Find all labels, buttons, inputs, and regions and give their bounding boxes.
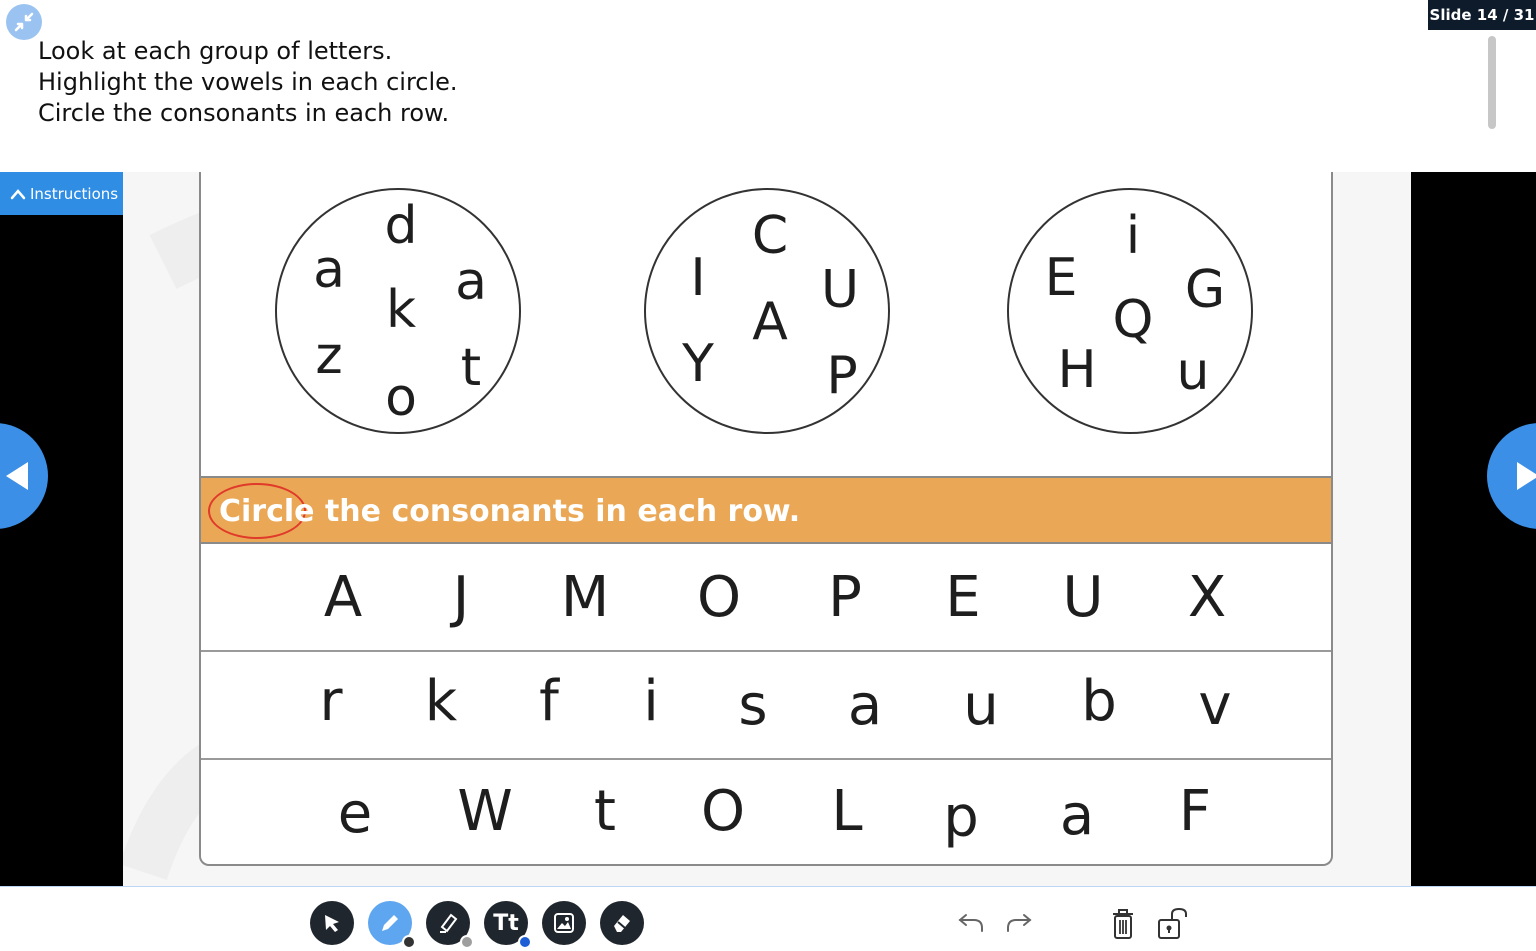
circle-letter[interactable]: k xyxy=(386,284,416,336)
circle-letter[interactable]: t xyxy=(461,342,481,394)
text-tool-button[interactable]: Tt xyxy=(484,901,532,949)
circle-letter[interactable]: Q xyxy=(1113,294,1154,346)
cursor-icon xyxy=(325,915,339,932)
eraser-tool-button[interactable] xyxy=(600,901,644,945)
circle-letter[interactable]: E xyxy=(1045,252,1078,304)
image-tool-button[interactable] xyxy=(542,901,586,945)
row-divider xyxy=(201,650,1331,652)
row-letter[interactable]: s xyxy=(738,678,767,734)
row-letter[interactable]: i xyxy=(643,674,659,730)
pen-icon xyxy=(382,915,398,931)
row-letter[interactable]: U xyxy=(1063,570,1104,626)
undo-icon[interactable] xyxy=(956,907,986,937)
row-letter[interactable]: a xyxy=(1060,788,1094,844)
annotation-toolbar: Tt xyxy=(0,886,1536,951)
instruction-line: Look at each group of letters. xyxy=(38,37,393,65)
instructions-panel: Look at each group of letters. Highlight… xyxy=(0,0,1536,172)
circle-letter[interactable]: d xyxy=(384,200,417,252)
circle-letter[interactable]: U xyxy=(821,264,859,316)
trash-icon[interactable] xyxy=(1108,907,1138,941)
row-letter[interactable]: J xyxy=(453,570,470,626)
row-divider xyxy=(201,758,1331,760)
circle-letter[interactable]: I xyxy=(690,252,705,304)
pen-tool-button[interactable] xyxy=(368,901,416,949)
image-icon xyxy=(554,913,574,933)
circle-letter[interactable]: P xyxy=(826,350,857,402)
row-letter[interactable]: W xyxy=(457,784,512,840)
instructions-text: Look at each group of letters. Highlight… xyxy=(38,36,458,129)
task-banner: Circle the consonants in each row. xyxy=(201,476,1331,544)
row-letter[interactable]: O xyxy=(697,570,741,626)
circle-letter[interactable]: H xyxy=(1057,344,1096,396)
row-letter[interactable]: e xyxy=(338,786,372,842)
row-letter[interactable]: u xyxy=(963,678,999,734)
banner-text: Circle the consonants in each row. xyxy=(219,494,800,529)
scrollbar[interactable] xyxy=(1488,36,1496,129)
circle-letter[interactable]: A xyxy=(752,296,788,348)
row-letter[interactable]: O xyxy=(701,784,745,840)
highlighter-color-dot[interactable] xyxy=(460,935,474,949)
row-letter[interactable]: P xyxy=(828,570,862,626)
worksheet: d a a k z t o C I U A Y P i E G Q H u Ci… xyxy=(199,172,1333,866)
row-letter[interactable]: v xyxy=(1198,678,1231,734)
text-icon: Tt xyxy=(493,910,519,936)
circle-letter[interactable]: i xyxy=(1126,210,1140,262)
row-letter[interactable]: f xyxy=(539,674,559,730)
letter-circle-2: C I U A Y P xyxy=(644,188,890,434)
banner-rest: the consonants in each row. xyxy=(314,494,801,529)
row-letter[interactable]: L xyxy=(831,784,862,840)
arrow-left-icon xyxy=(6,462,28,490)
select-tool-button[interactable] xyxy=(310,901,354,945)
circle-letter[interactable]: a xyxy=(455,256,487,308)
instruction-line: Highlight the vowels in each circle. xyxy=(38,68,458,96)
instructions-tab-label: Instructions xyxy=(30,184,119,203)
row-letter[interactable]: b xyxy=(1081,674,1117,730)
circle-letter[interactable]: z xyxy=(315,330,342,382)
redo-icon[interactable] xyxy=(1004,907,1034,937)
text-color-dot[interactable] xyxy=(518,935,532,949)
letter-circle-1: d a a k z t o xyxy=(275,188,521,434)
unlock-icon[interactable] xyxy=(1156,907,1192,941)
slide-stage: d a a k z t o C I U A Y P i E G Q H u Ci… xyxy=(0,172,1536,886)
highlighter-icon xyxy=(440,913,458,933)
row-letter[interactable]: A xyxy=(324,570,362,626)
letter-circle-3: i E G Q H u xyxy=(1007,188,1253,434)
chevron-up-icon xyxy=(10,188,26,199)
banner-circled-word: Circle xyxy=(219,494,315,529)
arrow-right-icon xyxy=(1517,462,1536,490)
circle-letter[interactable]: Y xyxy=(682,338,714,390)
circle-letter[interactable]: o xyxy=(385,372,417,424)
row-letter[interactable]: p xyxy=(943,790,979,846)
row-letter[interactable]: E xyxy=(945,570,980,626)
circle-letter[interactable]: G xyxy=(1185,264,1225,316)
row-letter[interactable]: F xyxy=(1179,784,1211,840)
row-letter[interactable]: M xyxy=(561,570,609,626)
circle-letter[interactable]: a xyxy=(313,244,345,296)
instruction-line: Circle the consonants in each row. xyxy=(38,99,450,127)
row-letter[interactable]: X xyxy=(1188,570,1226,626)
pen-color-dot[interactable] xyxy=(402,935,416,949)
row-letter[interactable]: r xyxy=(319,674,342,730)
collapse-icon[interactable] xyxy=(6,4,42,40)
eraser-icon xyxy=(614,915,630,932)
circle-letter[interactable]: u xyxy=(1177,346,1210,398)
slide-counter: Slide 14 / 31 xyxy=(1428,0,1536,30)
row-letter[interactable]: k xyxy=(425,674,457,730)
circle-letter[interactable]: C xyxy=(752,210,788,262)
row-letter[interactable]: a xyxy=(848,678,882,734)
row-letter[interactable]: t xyxy=(594,784,616,840)
instructions-toggle[interactable]: Instructions xyxy=(0,172,123,215)
slide-canvas: d a a k z t o C I U A Y P i E G Q H u Ci… xyxy=(123,172,1411,886)
highlighter-tool-button[interactable] xyxy=(426,901,474,949)
